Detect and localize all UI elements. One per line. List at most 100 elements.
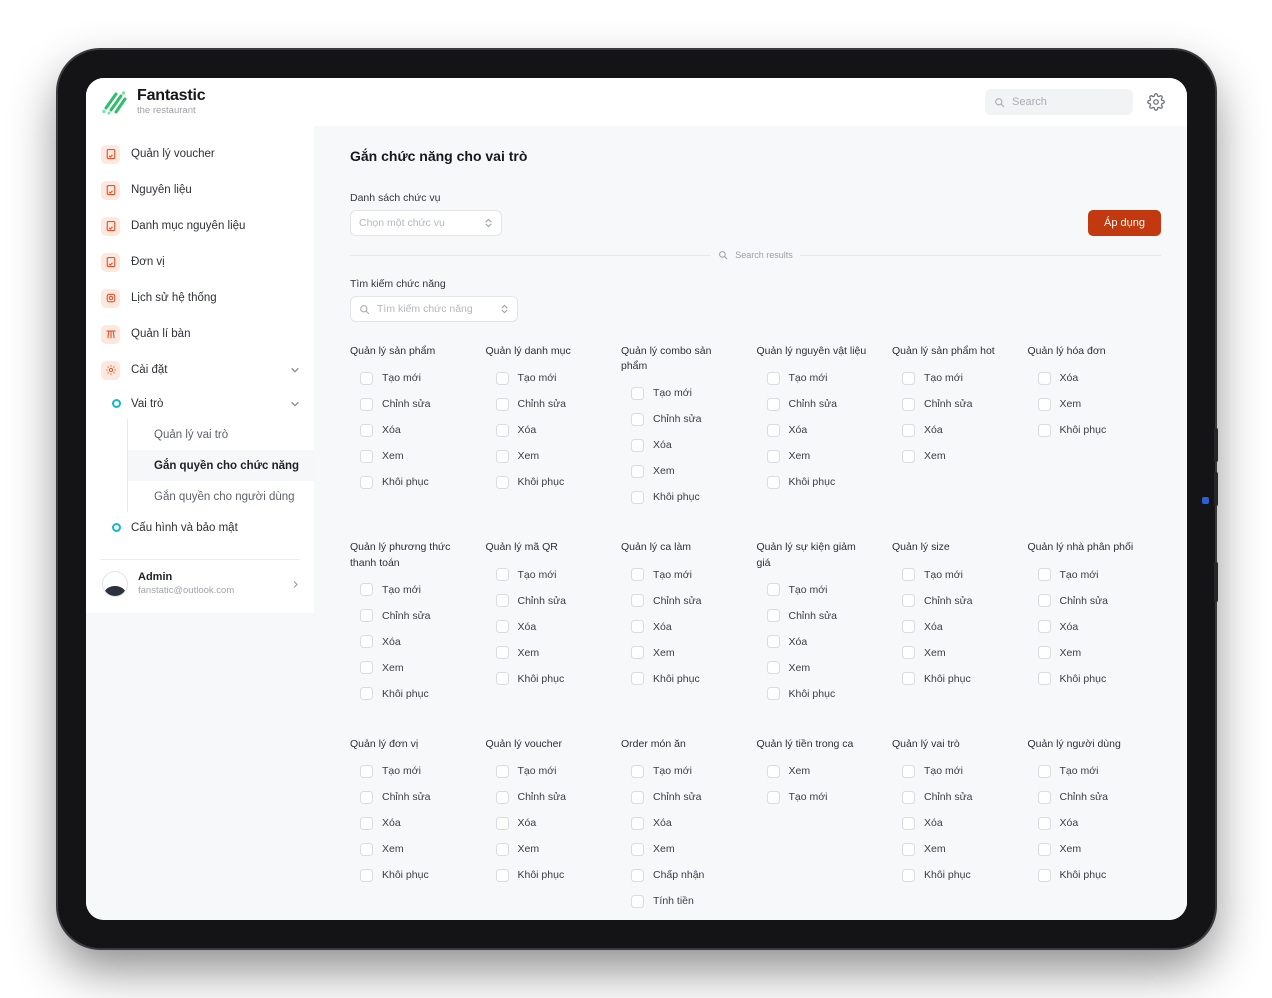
- permission-checkbox-row[interactable]: Xem: [892, 640, 1022, 666]
- checkbox-icon[interactable]: [902, 816, 915, 830]
- permission-checkbox-row[interactable]: Xem: [621, 836, 751, 862]
- checkbox-icon[interactable]: [631, 464, 644, 478]
- permission-checkbox-row[interactable]: Tạo mới: [757, 365, 887, 391]
- permission-checkbox-row[interactable]: Khôi phục: [757, 469, 887, 495]
- checkbox-icon[interactable]: [495, 842, 509, 856]
- checkbox-icon[interactable]: [631, 490, 644, 504]
- permission-checkbox-row[interactable]: Chỉnh sửa: [892, 784, 1022, 810]
- checkbox-icon[interactable]: [360, 609, 373, 623]
- checkbox-icon[interactable]: [902, 764, 915, 778]
- checkbox-icon[interactable]: [631, 672, 644, 686]
- checkbox-icon[interactable]: [766, 635, 780, 649]
- checkbox-icon[interactable]: [902, 620, 915, 634]
- permission-checkbox-row[interactable]: Xem: [1028, 640, 1158, 666]
- permission-checkbox-row[interactable]: Khôi phục: [1028, 862, 1158, 888]
- checkbox-icon[interactable]: [1037, 620, 1051, 634]
- checkbox-icon[interactable]: [495, 423, 509, 437]
- checkbox-icon[interactable]: [631, 594, 644, 608]
- permission-checkbox-row[interactable]: Xóa: [621, 432, 751, 458]
- checkbox-icon[interactable]: [631, 646, 644, 660]
- checkbox-icon[interactable]: [766, 764, 780, 778]
- permission-checkbox-row[interactable]: Chỉnh sửa: [350, 784, 480, 810]
- permission-checkbox-row[interactable]: Tạo mới: [486, 365, 616, 391]
- permission-checkbox-row[interactable]: Tạo mới: [486, 562, 616, 588]
- permission-checkbox-row[interactable]: Xóa: [757, 629, 887, 655]
- checkbox-icon[interactable]: [360, 661, 373, 675]
- checkbox-icon[interactable]: [1037, 397, 1051, 411]
- sidebar-item-gan-quyen-cho-chuc-nang[interactable]: Gắn quyền cho chức năng: [128, 450, 314, 481]
- permission-checkbox-row[interactable]: Xem: [621, 458, 751, 484]
- checkbox-icon[interactable]: [495, 672, 509, 686]
- sidebar-item-cai-dat[interactable]: Cài đặt: [86, 352, 314, 388]
- permission-checkbox-row[interactable]: Chấp nhận: [621, 862, 751, 888]
- checkbox-icon[interactable]: [1037, 672, 1051, 686]
- permission-checkbox-row[interactable]: Khôi phục: [350, 681, 480, 707]
- checkbox-icon[interactable]: [631, 790, 644, 804]
- checkbox-icon[interactable]: [902, 842, 915, 856]
- checkbox-icon[interactable]: [631, 764, 644, 778]
- sidebar-item-cau-hinh-va-bao-mat[interactable]: Cấu hình và bảo mật: [86, 512, 314, 543]
- checkbox-icon[interactable]: [495, 646, 509, 660]
- checkbox-icon[interactable]: [766, 371, 780, 385]
- checkbox-icon[interactable]: [766, 661, 780, 675]
- checkbox-icon[interactable]: [495, 397, 509, 411]
- checkbox-icon[interactable]: [631, 568, 644, 582]
- permission-checkbox-row[interactable]: Xem: [486, 836, 616, 862]
- function-search-box[interactable]: [350, 296, 518, 322]
- gear-icon[interactable]: [1147, 93, 1165, 111]
- checkbox-icon[interactable]: [360, 842, 373, 856]
- checkbox-icon[interactable]: [1037, 568, 1051, 582]
- permission-checkbox-row[interactable]: Chỉnh sửa: [621, 588, 751, 614]
- permission-checkbox-row[interactable]: Tạo mới: [350, 577, 480, 603]
- sidebar-item-gan-quyen-cho-nguoi-dung[interactable]: Gắn quyền cho người dùng: [128, 481, 314, 512]
- sidebar-item-nguyen-lieu[interactable]: Nguyên liệu: [86, 172, 314, 208]
- permission-checkbox-row[interactable]: Khôi phục: [892, 666, 1022, 692]
- checkbox-icon[interactable]: [766, 609, 780, 623]
- checkbox-icon[interactable]: [360, 687, 373, 701]
- permission-checkbox-row[interactable]: Gộp bàn: [621, 914, 751, 920]
- checkbox-icon[interactable]: [631, 412, 644, 426]
- checkbox-icon[interactable]: [902, 594, 915, 608]
- permission-checkbox-row[interactable]: Xóa: [486, 417, 616, 443]
- permission-checkbox-row[interactable]: Tạo mới: [757, 784, 887, 810]
- checkbox-icon[interactable]: [495, 594, 509, 608]
- sidebar-item-vai-tro[interactable]: Vai trò: [86, 388, 314, 419]
- permission-checkbox-row[interactable]: Tạo mới: [621, 380, 751, 406]
- permission-checkbox-row[interactable]: Chỉnh sửa: [1028, 784, 1158, 810]
- permission-checkbox-row[interactable]: Chỉnh sửa: [1028, 588, 1158, 614]
- permission-checkbox-row[interactable]: Khôi phục: [1028, 666, 1158, 692]
- permission-checkbox-row[interactable]: Tạo mới: [892, 365, 1022, 391]
- checkbox-icon[interactable]: [495, 568, 509, 582]
- checkbox-icon[interactable]: [1037, 594, 1051, 608]
- user-profile-block[interactable]: Admin fanstatic@outlook.com: [86, 560, 314, 613]
- permission-checkbox-row[interactable]: Tạo mới: [1028, 758, 1158, 784]
- checkbox-icon[interactable]: [902, 672, 915, 686]
- permission-checkbox-row[interactable]: Chỉnh sửa: [757, 391, 887, 417]
- power-button[interactable]: [1214, 562, 1218, 602]
- checkbox-icon[interactable]: [902, 790, 915, 804]
- permission-checkbox-row[interactable]: Chỉnh sửa: [350, 603, 480, 629]
- permission-checkbox-row[interactable]: Tạo mới: [350, 758, 480, 784]
- checkbox-icon[interactable]: [360, 868, 373, 882]
- permission-checkbox-row[interactable]: Xóa: [486, 614, 616, 640]
- checkbox-icon[interactable]: [495, 371, 509, 385]
- checkbox-icon[interactable]: [495, 790, 509, 804]
- permission-checkbox-row[interactable]: Xóa: [1028, 810, 1158, 836]
- permission-checkbox-row[interactable]: Tạo mới: [486, 758, 616, 784]
- permission-checkbox-row[interactable]: Chỉnh sửa: [757, 603, 887, 629]
- checkbox-icon[interactable]: [360, 423, 373, 437]
- permission-checkbox-row[interactable]: Xóa: [350, 810, 480, 836]
- checkbox-icon[interactable]: [495, 475, 509, 489]
- permission-checkbox-row[interactable]: Xem: [757, 443, 887, 469]
- checkbox-icon[interactable]: [360, 371, 373, 385]
- permission-checkbox-row[interactable]: Khôi phục: [1028, 417, 1158, 443]
- permission-checkbox-row[interactable]: Xóa: [757, 417, 887, 443]
- checkbox-icon[interactable]: [902, 568, 915, 582]
- checkbox-icon[interactable]: [1037, 790, 1051, 804]
- permission-checkbox-row[interactable]: Xóa: [892, 810, 1022, 836]
- permission-checkbox-row[interactable]: Khôi phục: [757, 681, 887, 707]
- checkbox-icon[interactable]: [631, 868, 644, 882]
- checkbox-icon[interactable]: [360, 764, 373, 778]
- checkbox-icon[interactable]: [360, 790, 373, 804]
- permission-checkbox-row[interactable]: Xem: [757, 758, 887, 784]
